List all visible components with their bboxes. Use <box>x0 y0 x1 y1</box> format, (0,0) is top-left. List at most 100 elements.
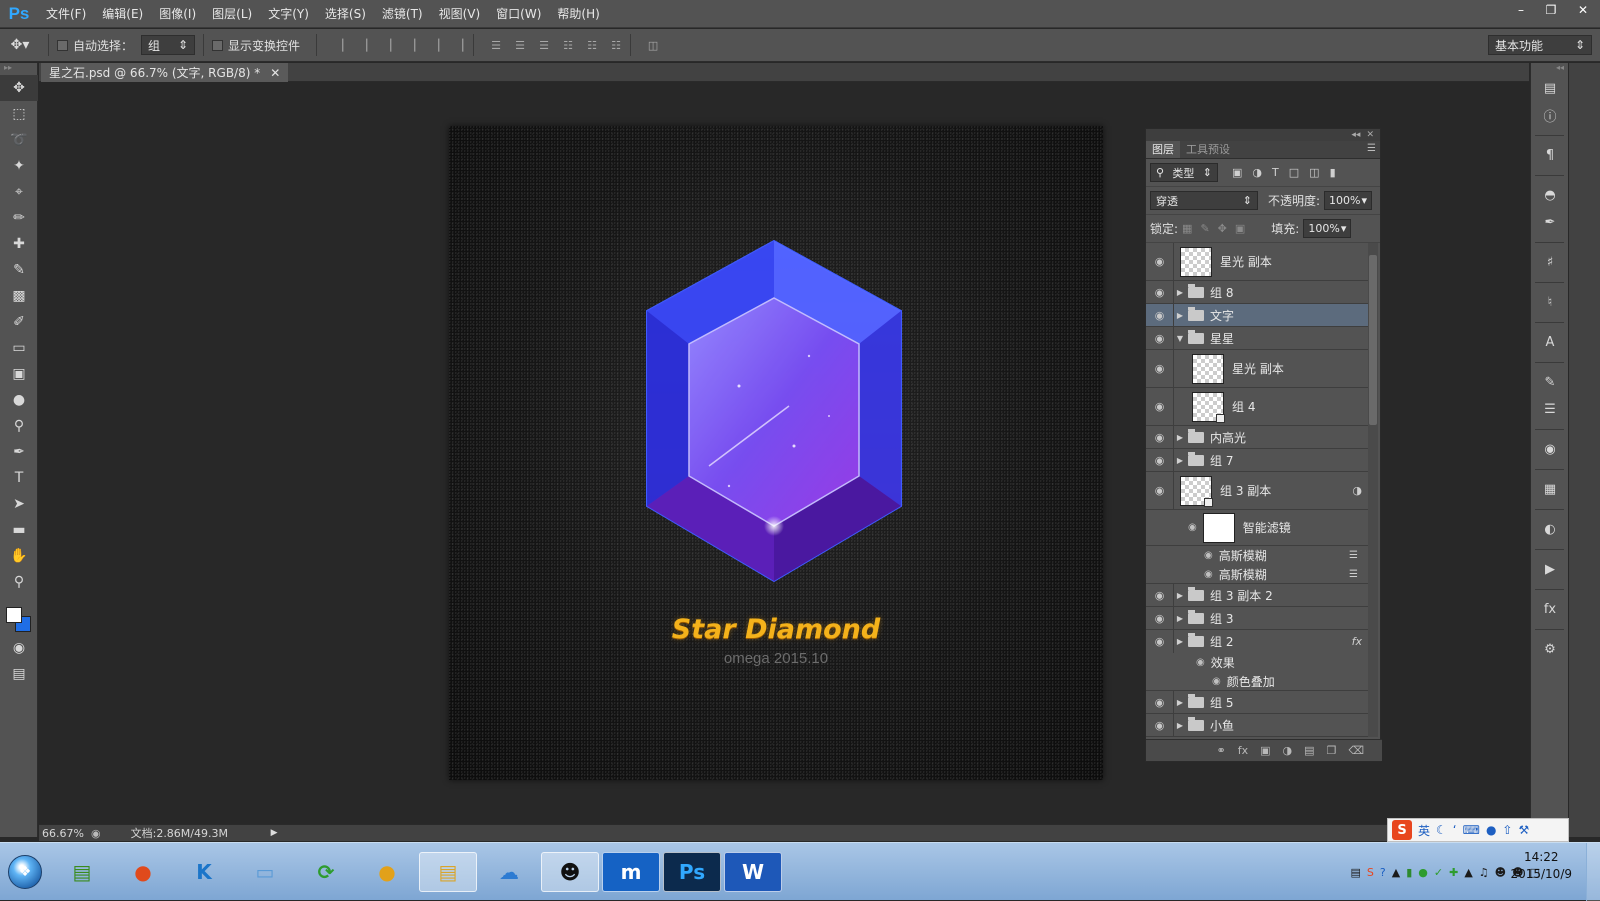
file-explorer-icon[interactable]: ▤ <box>419 851 477 892</box>
scrollbar-thumb[interactable] <box>1369 255 1377 425</box>
expand-arrow-icon[interactable]: ▶ <box>1174 288 1186 297</box>
paragraph-styles-icon[interactable]: ♮ <box>1531 289 1569 316</box>
tray-app-icon[interactable]: ▤ <box>1351 866 1361 879</box>
expand-arrow-icon[interactable]: ▶ <box>1174 591 1186 600</box>
filter-row[interactable]: ◉ 高斯模糊 ☰ <box>1146 565 1368 584</box>
status-menu-arrow-icon[interactable]: ▶ <box>271 828 278 838</box>
tools-icon[interactable]: ⚒ <box>1518 823 1529 837</box>
layers-scrollbar[interactable] <box>1368 243 1378 737</box>
wps-writer-icon[interactable]: W <box>724 851 782 892</box>
paths-panel-icon[interactable]: ✒ <box>1531 209 1569 236</box>
layer-row[interactable]: ◉ ▼ 星星 <box>1146 327 1368 350</box>
close-panel-icon[interactable]: ✕ <box>1366 130 1374 140</box>
styles-panel-icon[interactable]: fx <box>1531 596 1569 623</box>
type-tool-icon[interactable]: T <box>0 465 38 491</box>
expand-arrow-icon[interactable]: ▶ <box>1174 456 1186 465</box>
hand-tool-icon[interactable]: ✋ <box>0 543 38 569</box>
minimize-icon[interactable]: – <box>1506 0 1536 20</box>
layer-row[interactable]: ◉ 组 4 <box>1146 388 1368 426</box>
eye-icon[interactable]: ◉ <box>1146 607 1174 629</box>
layer-row[interactable]: ◉ ▶ 组 3 <box>1146 607 1368 630</box>
panel-grip-icon[interactable]: ◂◂ <box>1531 63 1568 75</box>
marquee-tool-icon[interactable]: ⬚ <box>0 101 38 127</box>
panel-grip-icon[interactable]: ▸▸ <box>0 63 37 75</box>
bluebook-icon[interactable]: ▭ <box>236 852 294 892</box>
character-styles-icon[interactable]: ♯ <box>1531 249 1569 276</box>
distribute-right-icon[interactable]: ☷ <box>610 39 622 52</box>
color-panel-icon[interactable]: ◉ <box>1531 436 1569 463</box>
distribute-hcenter-icon[interactable]: ☷ <box>586 39 598 52</box>
brush-panel-icon[interactable]: ☰ <box>1531 396 1569 423</box>
auto-select-dropdown[interactable]: 组 ⇕ <box>141 35 196 55</box>
eye-icon[interactable]: ◉ <box>1212 676 1221 687</box>
align-left-icon[interactable]: ▕ <box>405 39 417 52</box>
plus-icon[interactable]: ✚ <box>1449 866 1458 879</box>
skin-icon[interactable]: ● <box>1486 823 1496 837</box>
collapse-arrow-icon[interactable]: ▼ <box>1174 334 1186 343</box>
add-layer-style-icon[interactable]: fx <box>1238 744 1248 757</box>
menu-type[interactable]: 文字(Y) <box>260 0 317 28</box>
align-vcenter-icon[interactable]: ▕ <box>357 39 369 52</box>
quick-mask-icon[interactable]: ◉ <box>0 635 38 661</box>
layer-row[interactable]: ◉ ▶ 小鱼 <box>1146 714 1368 737</box>
menu-help[interactable]: 帮助(H) <box>549 0 607 28</box>
link-layers-icon[interactable]: ⚭ <box>1217 744 1226 757</box>
share-icon[interactable]: ◉ <box>91 827 101 840</box>
paragraph-panel-icon[interactable]: ¶ <box>1531 142 1569 169</box>
layer-row[interactable]: ◉ ▶ 组 7 <box>1146 449 1368 472</box>
magic-wand-tool-icon[interactable]: ✦ <box>0 153 38 179</box>
crop-tool-icon[interactable]: ⌖ <box>0 179 38 205</box>
lasso-tool-icon[interactable]: ➰ <box>0 127 38 153</box>
eye-icon[interactable]: ◉ <box>1146 714 1174 736</box>
layer-row[interactable]: ◉ ▶ 组 5 <box>1146 691 1368 714</box>
menu-filter[interactable]: 滤镜(T) <box>374 0 431 28</box>
eye-icon[interactable]: ◉ <box>1146 472 1174 509</box>
eye-icon[interactable]: ◉ <box>1204 569 1213 580</box>
eye-icon[interactable]: ◉ <box>1146 350 1174 387</box>
effect-row[interactable]: ◉ 颜色叠加 <box>1146 672 1368 691</box>
layer-row[interactable]: ◉ ▶ 组 8 <box>1146 281 1368 304</box>
layer-row[interactable]: ◉ ▶ 组 2 fx <box>1146 630 1368 653</box>
layer-row[interactable]: ◉ 组 3 副本 ◑ <box>1146 472 1368 510</box>
navigator-panel-icon[interactable]: ◐ <box>1531 516 1569 543</box>
layer-row[interactable]: ◉ 星光 副本 <box>1146 350 1368 388</box>
menu-image[interactable]: 图像(I) <box>151 0 204 28</box>
align-right-icon[interactable]: ▕ <box>453 39 465 52</box>
rectangle-tool-icon[interactable]: ▬ <box>0 517 38 543</box>
fill-field[interactable]: 100% ▾ <box>1303 219 1352 238</box>
swatches-panel-icon[interactable]: ▦ <box>1531 476 1569 503</box>
shape-filter-icon[interactable]: □ <box>1289 166 1299 179</box>
eye-icon[interactable]: ◉ <box>1146 584 1174 606</box>
eye-icon[interactable]: ◉ <box>1204 550 1213 561</box>
start-button[interactable]: ❖ <box>0 852 50 892</box>
eye-icon[interactable]: ◉ <box>1146 281 1174 303</box>
layer-row[interactable]: ◉ ▶ 文字 <box>1146 304 1368 327</box>
qq-icon[interactable]: ☻ <box>541 851 599 892</box>
add-mask-icon[interactable]: ▣ <box>1260 744 1270 757</box>
lock-all-icon[interactable]: ▣ <box>1235 222 1245 235</box>
punctuation-icon[interactable]: ‘ <box>1453 823 1457 837</box>
photoshop-icon[interactable]: Ps <box>663 851 721 892</box>
zoom-level[interactable]: 66.67% <box>39 827 91 840</box>
expand-arrow-icon[interactable]: ▶ <box>1174 614 1186 623</box>
restore-icon[interactable]: ❐ <box>1536 0 1566 20</box>
layer-row[interactable]: ◉ 星光 副本 <box>1146 243 1368 281</box>
pixel-filter-icon[interactable]: ▣ <box>1232 166 1242 179</box>
menu-file[interactable]: 文件(F) <box>38 0 94 28</box>
menu-view[interactable]: 视图(V) <box>431 0 489 28</box>
expand-arrow-icon[interactable]: ▶ <box>1174 698 1186 707</box>
delete-layer-icon[interactable]: ⌫ <box>1348 744 1364 757</box>
align-top-icon[interactable]: ▕ <box>333 39 345 52</box>
qq-tray-icon[interactable]: ☻ <box>1495 866 1506 879</box>
new-group-icon[interactable]: ▤ <box>1304 744 1314 757</box>
eye-icon[interactable]: ◉ <box>1146 304 1174 326</box>
new-layer-icon[interactable]: ❐ <box>1327 744 1337 757</box>
blend-mode-dropdown[interactable]: 穿透 ⇕ <box>1150 191 1258 210</box>
blur-tool-icon[interactable]: ● <box>0 387 38 413</box>
menu-layer[interactable]: 图层(L) <box>204 0 260 28</box>
new-adjustment-layer-icon[interactable]: ◑ <box>1283 744 1293 757</box>
gradient-tool-icon[interactable]: ▣ <box>0 361 38 387</box>
filter-row[interactable]: ◉ 高斯模糊 ☰ <box>1146 546 1368 565</box>
volume-icon[interactable]: ♫ <box>1479 866 1489 879</box>
expand-arrow-icon[interactable]: ▶ <box>1174 433 1186 442</box>
